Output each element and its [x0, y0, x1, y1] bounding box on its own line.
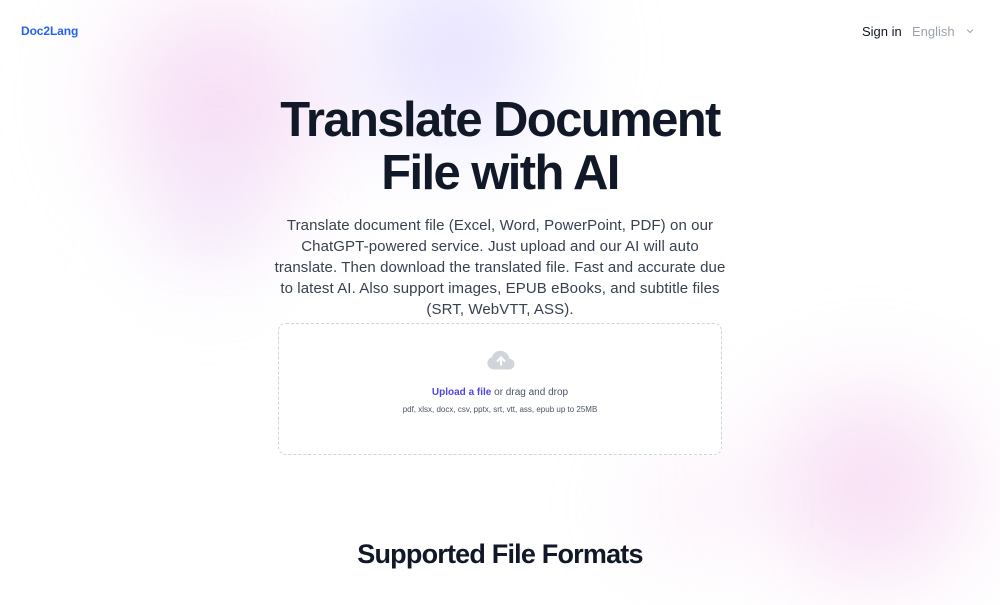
file-upload-dropzone[interactable]: Upload a file or drag and drop pdf, xlsx…: [278, 323, 722, 455]
hero-description: Translate document file (Excel, Word, Po…: [274, 217, 726, 318]
upload-file-link[interactable]: Upload a file: [432, 387, 491, 398]
supported-upload-formats: pdf, xlsx, docx, csv, pptx, srt, vtt, as…: [402, 405, 598, 414]
supported-file-formats-heading: Supported File Formats: [357, 539, 643, 570]
chevron-down-icon: [966, 27, 974, 35]
hero-section: Translate Document File with AI Translat…: [0, 94, 1000, 320]
sign-in-link[interactable]: Sign in: [862, 24, 902, 39]
drag-drop-text: or drag and drop: [491, 387, 569, 398]
language-select-value: English: [912, 23, 955, 39]
language-select[interactable]: English: [904, 20, 980, 42]
logo-link[interactable]: Doc2Lang: [21, 24, 78, 38]
top-navigation-bar: Doc2Lang Sign in English: [0, 0, 1000, 62]
page-title: Translate Document File with AI: [280, 93, 721, 200]
cloud-upload-icon: [486, 348, 516, 372]
upload-instruction: Upload a file or drag and drop: [279, 387, 721, 398]
